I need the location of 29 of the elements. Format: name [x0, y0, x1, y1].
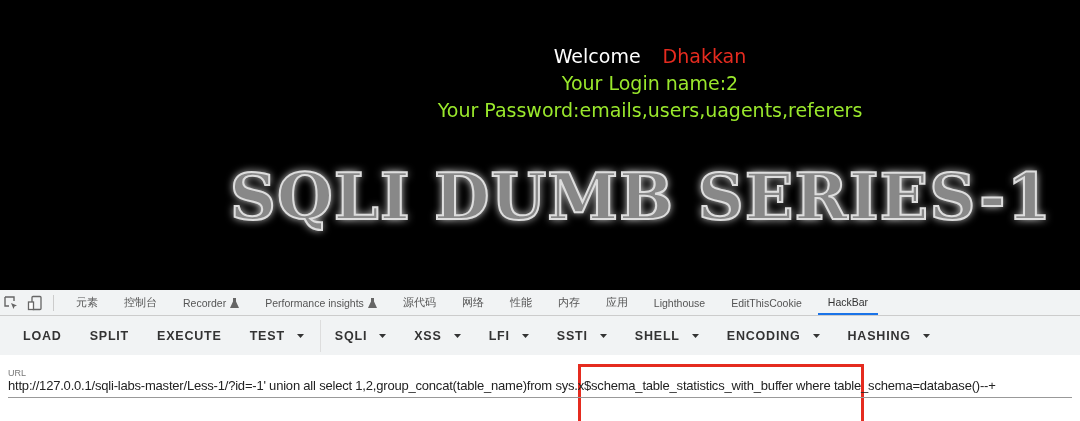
devtools-tab[interactable]: 元素: [66, 290, 108, 315]
toolbar-button[interactable]: LFI: [475, 322, 542, 349]
devtools-tab[interactable]: EditThisCookie: [721, 290, 812, 315]
toolbar-button[interactable]: XSS: [401, 322, 474, 349]
devtools-tab[interactable]: 源代码: [392, 290, 446, 315]
toolbar-button[interactable]: SQLI: [321, 322, 400, 349]
toolbar-button[interactable]: EXECUTE: [144, 322, 235, 349]
devtools-tab[interactable]: 应用: [595, 290, 638, 315]
toolbar-button[interactable]: TEST: [236, 322, 317, 349]
toolbar-button[interactable]: ENCODING: [713, 322, 833, 349]
toolbar-button[interactable]: SPLIT: [76, 322, 143, 349]
toolbar-button[interactable]: SSTI: [543, 322, 620, 349]
devtools-tab[interactable]: Recorder: [173, 290, 250, 315]
toolbar-button[interactable]: LOAD: [10, 322, 75, 349]
inspect-icon[interactable]: [3, 294, 19, 311]
password-text: Your Password:emails,users,uagents,referers: [437, 98, 863, 123]
devtools-tab[interactable]: Performance insights: [255, 290, 387, 315]
toolbar-button[interactable]: SHELL: [621, 322, 712, 349]
devtools-tab[interactable]: 网络: [451, 290, 494, 315]
toolbar-button[interactable]: HASHING: [834, 322, 943, 349]
devtools-tab[interactable]: 内存: [547, 290, 590, 315]
devtools-tab[interactable]: Lighthouse: [643, 290, 716, 315]
welcome-text: Welcome: [553, 44, 641, 69]
login-name-text: Your Login name:2: [561, 71, 739, 96]
device-icon[interactable]: [27, 294, 43, 311]
banner-title: SQLI DUMB SERIES-1: [229, 162, 1052, 232]
devtools-tab[interactable]: 控制台: [114, 290, 167, 315]
devtools-tab[interactable]: 性能: [499, 290, 542, 315]
user-name: Dhakkan: [662, 44, 747, 69]
